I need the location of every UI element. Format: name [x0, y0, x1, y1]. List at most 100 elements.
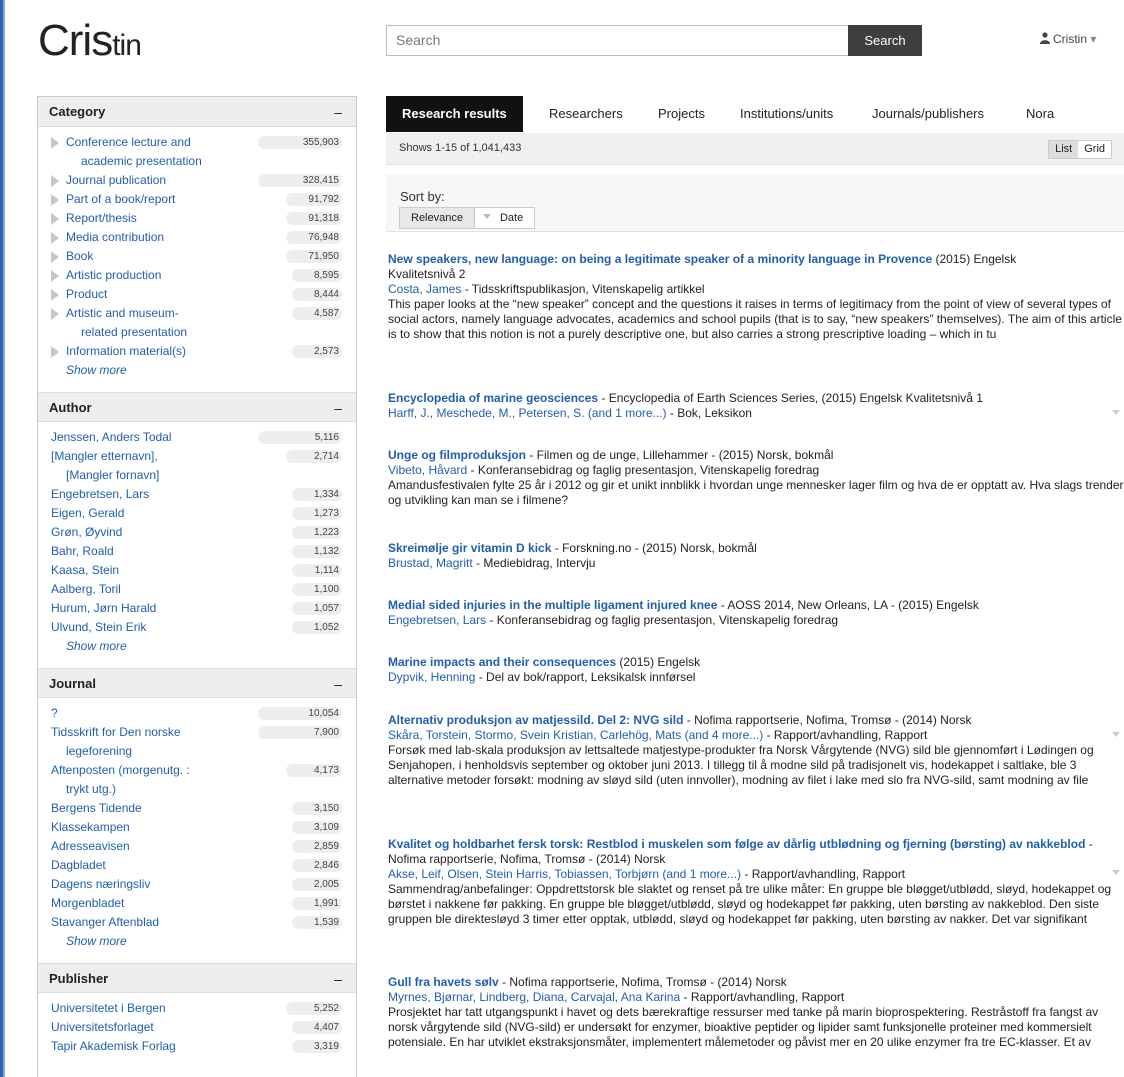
expand-arrow-icon[interactable]: [51, 194, 59, 206]
facet-item-label[interactable]: Hurum, Jørn Harald: [51, 599, 231, 618]
collapse-icon[interactable]: –: [334, 97, 342, 127]
facet-item-label[interactable]: Tidsskrift for Den norske legeforening: [51, 723, 231, 761]
facet-item-label[interactable]: Bergens Tidende: [51, 799, 231, 818]
facet-item-label[interactable]: Aalberg, Toril: [51, 580, 231, 599]
facet-item[interactable]: Kaasa, Stein 1,114: [38, 561, 356, 580]
facet-item-label[interactable]: Artistic production: [66, 266, 231, 285]
facet-item[interactable]: Universitetsforlaget 4,407: [38, 1018, 356, 1037]
facet-header-journal[interactable]: Journal –: [38, 668, 356, 698]
tab-researchers[interactable]: Researchers: [549, 96, 623, 132]
result-authors-link[interactable]: Akse, Leif, Olsen, Stein Harris, Tobiass…: [388, 867, 741, 881]
facet-item-label[interactable]: Part of a book/report: [66, 190, 231, 209]
collapse-icon[interactable]: –: [334, 669, 342, 699]
facet-item[interactable]: Morgenbladet 1,991: [38, 894, 356, 913]
facet-item-label[interactable]: Tapir Akademisk Forlag: [51, 1037, 231, 1056]
facet-item[interactable]: Bahr, Roald 1,132: [38, 542, 356, 561]
facet-item[interactable]: Engebretsen, Lars 1,334: [38, 485, 356, 504]
facet-item[interactable]: Adresseavisen 2,859: [38, 837, 356, 856]
facet-item[interactable]: Tapir Akademisk Forlag 3,319: [38, 1037, 356, 1056]
show-more-link[interactable]: Show more: [38, 932, 356, 951]
sort-relevance-button[interactable]: Relevance: [400, 208, 475, 228]
result-title-link[interactable]: Kvalitet og holdbarhet fersk torsk: Rest…: [388, 837, 1085, 851]
facet-item[interactable]: Universitetet i Bergen 5,252: [38, 999, 356, 1018]
facet-item[interactable]: Artistic and museum-related presentation…: [38, 304, 356, 342]
collapse-icon[interactable]: –: [334, 393, 342, 423]
facet-item[interactable]: Ulvund, Stein Erik 1,052: [38, 618, 356, 637]
facet-item[interactable]: Book 71,950: [38, 247, 356, 266]
facet-item-label[interactable]: Eigen, Gerald: [51, 504, 231, 523]
expand-arrow-icon[interactable]: [51, 270, 59, 282]
facet-item-label[interactable]: Klassekampen: [51, 818, 231, 837]
facet-item-label[interactable]: [Mangler etternavn], [Mangler fornavn]: [51, 447, 231, 485]
facet-item[interactable]: Conference lecture and academic presentat…: [38, 133, 356, 171]
tab-research-results[interactable]: Research results: [386, 96, 523, 132]
facet-item[interactable]: [Mangler etternavn], [Mangler fornavn] 2,7…: [38, 447, 356, 485]
show-more-link[interactable]: Show more: [38, 361, 356, 380]
facet-item-label[interactable]: Ulvund, Stein Erik: [51, 618, 231, 637]
expand-arrow-icon[interactable]: [51, 289, 59, 301]
facet-item-label[interactable]: Conference lecture and academic presentat…: [66, 133, 231, 171]
result-authors-link[interactable]: Dypvik, Henning: [388, 670, 475, 684]
facet-item[interactable]: Klassekampen 3,109: [38, 818, 356, 837]
search-input[interactable]: Search: [386, 25, 848, 56]
expand-arrow-icon[interactable]: [51, 346, 59, 358]
tab-projects[interactable]: Projects: [658, 96, 705, 132]
facet-item-label[interactable]: Information material(s): [66, 342, 231, 361]
tab-nora[interactable]: Nora: [1026, 96, 1054, 132]
expand-arrow-icon[interactable]: [51, 137, 59, 149]
result-authors-link[interactable]: Myrnes, Bjørnar, Lindberg, Diana, Carvaj…: [388, 990, 680, 1004]
facet-item[interactable]: Dagbladet 2,846: [38, 856, 356, 875]
result-title-link[interactable]: Skreimølje gir vitamin D kick: [388, 541, 551, 555]
facet-item-label[interactable]: Universitetet i Bergen: [51, 999, 231, 1018]
show-more-link[interactable]: Show more: [38, 637, 356, 656]
facet-item-label[interactable]: Kaasa, Stein: [51, 561, 231, 580]
facet-item[interactable]: Eigen, Gerald 1,273: [38, 504, 356, 523]
search-button[interactable]: Search: [848, 25, 922, 56]
sort-date-button[interactable]: Date: [475, 208, 534, 228]
facet-item[interactable]: Aalberg, Toril 1,100: [38, 580, 356, 599]
user-menu[interactable]: Cristin ▾: [1040, 32, 1096, 46]
result-title-link[interactable]: Unge og filmproduksjon: [388, 448, 526, 462]
cristin-logo[interactable]: Cristin: [38, 16, 142, 66]
facet-item[interactable]: Information material(s) 2,573: [38, 342, 356, 361]
facet-item-label[interactable]: ?: [51, 704, 231, 723]
result-title-link[interactable]: Marine impacts and their consequences: [388, 655, 616, 669]
facet-item-label[interactable]: Dagens næringsliv: [51, 875, 231, 894]
result-title-link[interactable]: New speakers, new language: on being a l…: [388, 252, 932, 266]
result-title-link[interactable]: Gull fra havets sølv: [388, 975, 499, 989]
facet-item[interactable]: Hurum, Jørn Harald 1,057: [38, 599, 356, 618]
facet-item[interactable]: Product 8,444: [38, 285, 356, 304]
facet-item-label[interactable]: Engebretsen, Lars: [51, 485, 231, 504]
facet-item[interactable]: Artistic production 8,595: [38, 266, 356, 285]
result-authors-link[interactable]: Harff, J., Meschede, M., Petersen, S. (a…: [388, 406, 667, 420]
result-authors-link[interactable]: Brustad, Magritt: [388, 556, 473, 570]
facet-item[interactable]: Aftenposten (morgenutg. : trykt utg.) 4,17…: [38, 761, 356, 799]
chevron-down-icon[interactable]: [1112, 732, 1120, 737]
result-authors-link[interactable]: Skåra, Torstein, Stormo, Svein Kristian,…: [388, 728, 763, 742]
tab-journals-publishers[interactable]: Journals/publishers: [872, 96, 984, 132]
result-title-link[interactable]: Alternativ produksjon av matjessild. Del…: [388, 713, 683, 727]
facet-item[interactable]: Dagens næringsliv 2,005: [38, 875, 356, 894]
facet-item[interactable]: Journal publication 328,415: [38, 171, 356, 190]
facet-item-label[interactable]: Artistic and museum-related presentation: [66, 304, 231, 342]
facet-item-label[interactable]: Jenssen, Anders Todal: [51, 428, 231, 447]
facet-item-label[interactable]: Aftenposten (morgenutg. : trykt utg.): [51, 761, 231, 799]
expand-arrow-icon[interactable]: [51, 232, 59, 244]
facet-item[interactable]: Bergens Tidende 3,150: [38, 799, 356, 818]
facet-item-label[interactable]: Report/thesis: [66, 209, 231, 228]
facet-item-label[interactable]: Journal publication: [66, 171, 231, 190]
facet-item[interactable]: Jenssen, Anders Todal 5,116: [38, 428, 356, 447]
view-grid-button[interactable]: Grid: [1078, 141, 1111, 158]
facet-item[interactable]: Tidsskrift for Den norske legeforening 7,9…: [38, 723, 356, 761]
facet-item-label[interactable]: Dagbladet: [51, 856, 231, 875]
facet-item[interactable]: ? 10,054: [38, 704, 356, 723]
facet-item-label[interactable]: Product: [66, 285, 231, 304]
result-authors-link[interactable]: Vibeto, Håvard: [388, 463, 467, 477]
facet-item-label[interactable]: Grøn, Øyvind: [51, 523, 231, 542]
facet-item-label[interactable]: Bahr, Roald: [51, 542, 231, 561]
chevron-down-icon[interactable]: [1112, 410, 1120, 415]
expand-arrow-icon[interactable]: [51, 308, 59, 320]
facet-item[interactable]: Stavanger Aftenblad 1,539: [38, 913, 356, 932]
facet-item-label[interactable]: Book: [66, 247, 231, 266]
collapse-icon[interactable]: –: [334, 964, 342, 994]
